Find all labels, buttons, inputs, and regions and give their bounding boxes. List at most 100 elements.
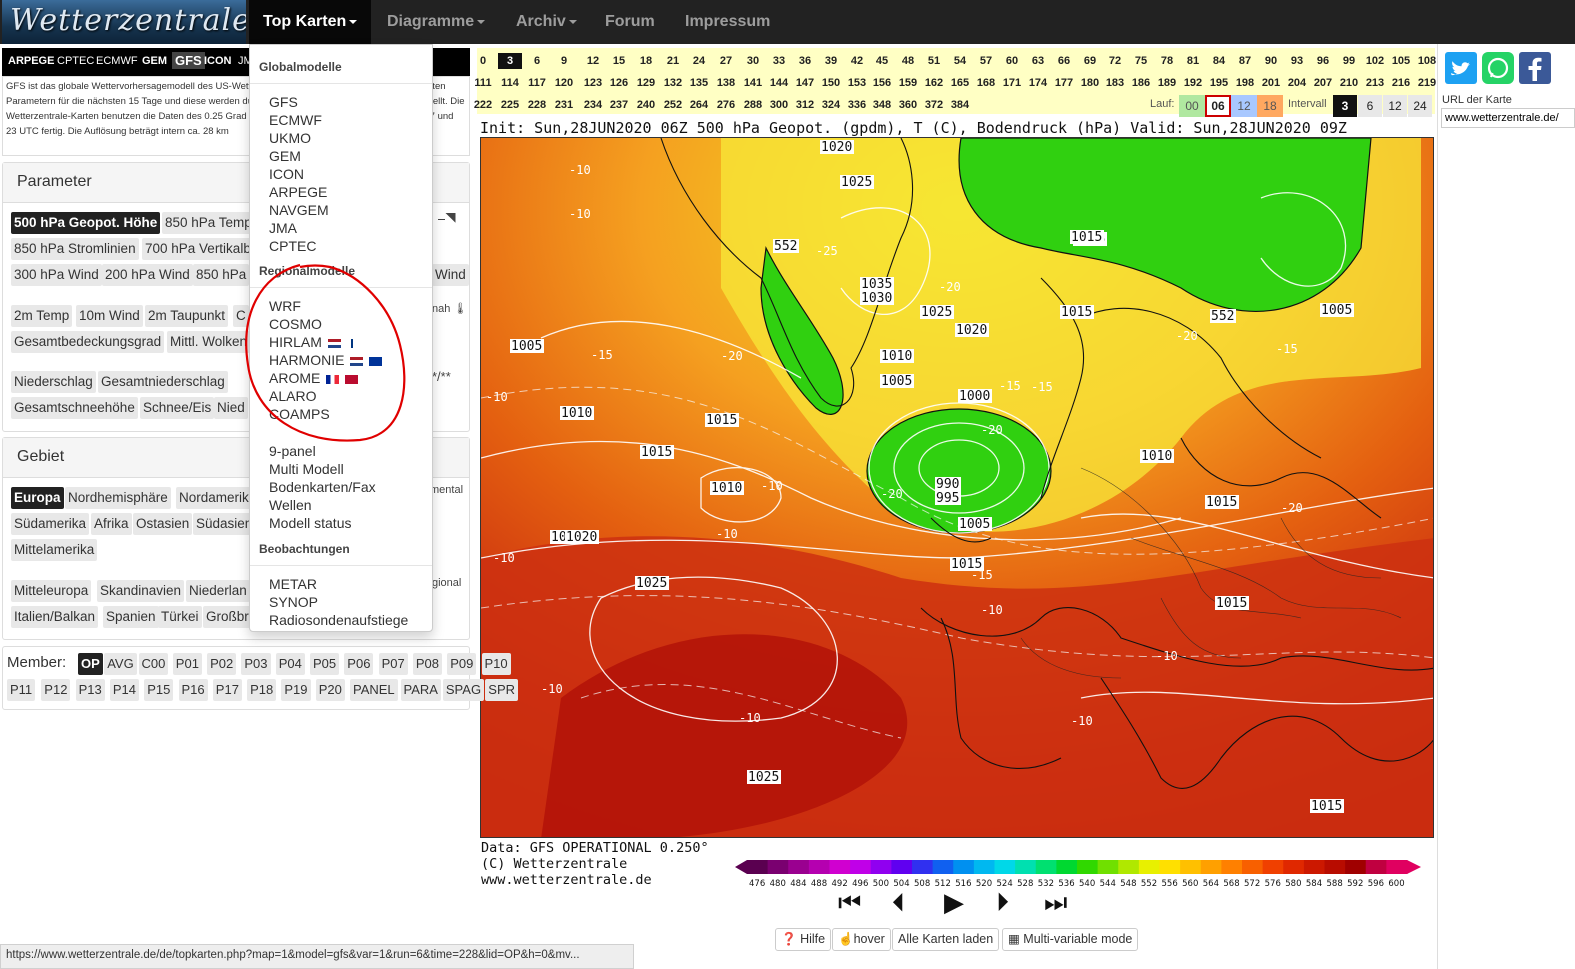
member-para[interactable]: PARA [400, 679, 441, 701]
region-nordamerika[interactable]: Nordamerik [176, 487, 252, 509]
timestep-204[interactable]: 204 [1285, 75, 1309, 91]
run-06[interactable]: 06 [1205, 95, 1231, 117]
nav-archiv[interactable]: Archiv [516, 0, 577, 44]
param-schnee-eis[interactable]: Schnee/Eis [140, 397, 215, 419]
timestep-0[interactable]: 0 [471, 53, 495, 69]
interval-6[interactable]: 6 [1358, 95, 1382, 117]
member-p01[interactable]: P01 [172, 653, 202, 675]
timestep-324[interactable]: 324 [819, 97, 843, 113]
dd-modell-status[interactable]: Modell status [269, 515, 351, 531]
timestep-93[interactable]: 93 [1285, 53, 1309, 69]
timestep-120[interactable]: 120 [552, 75, 576, 91]
timestep-237[interactable]: 237 [607, 97, 631, 113]
dd-synop[interactable]: SYNOP [269, 594, 318, 610]
interval-12[interactable]: 12 [1383, 95, 1407, 117]
timestep-147[interactable]: 147 [793, 75, 817, 91]
twitter-icon[interactable] [1445, 52, 1477, 84]
region-nordhemisphaere[interactable]: Nordhemisphäre [65, 487, 171, 509]
timestep-180[interactable]: 180 [1078, 75, 1102, 91]
timestep-6[interactable]: 6 [525, 53, 549, 69]
member-p12[interactable]: P12 [41, 679, 71, 701]
timestep-84[interactable]: 84 [1207, 53, 1231, 69]
nav-forum[interactable]: Forum [605, 0, 655, 44]
member-p05[interactable]: P05 [310, 653, 340, 675]
run-12[interactable]: 12 [1231, 95, 1257, 117]
timestep-96[interactable]: 96 [1311, 53, 1335, 69]
member-op[interactable]: OP [78, 653, 103, 675]
timestep-252[interactable]: 252 [661, 97, 685, 113]
timestep-372[interactable]: 372 [922, 97, 946, 113]
member-p04[interactable]: P04 [275, 653, 305, 675]
member-spag[interactable]: SPAG [442, 679, 485, 701]
timestep-201[interactable]: 201 [1259, 75, 1283, 91]
timestep-216[interactable]: 216 [1389, 75, 1413, 91]
nav-top-karten[interactable]: Top Karten [249, 0, 372, 44]
timestep-63[interactable]: 63 [1026, 53, 1050, 69]
model-ecmwf[interactable]: ECMWF [96, 55, 138, 67]
timestep-174[interactable]: 174 [1026, 75, 1050, 91]
multi-variable-button[interactable]: ▦ Multi-variable mode [1002, 928, 1139, 951]
nav-diagramme[interactable]: Diagramme [387, 0, 486, 44]
timestep-24[interactable]: 24 [687, 53, 711, 69]
timestep-360[interactable]: 360 [896, 97, 920, 113]
skip-last-icon[interactable]: ⏭ [1044, 887, 1067, 919]
timestep-108[interactable]: 108 [1415, 53, 1439, 69]
load-all-maps-button[interactable]: Alle Karten laden [892, 928, 1000, 951]
timestep-75[interactable]: 75 [1129, 53, 1153, 69]
member-p08[interactable]: P08 [412, 653, 443, 675]
timestep-90[interactable]: 90 [1259, 53, 1283, 69]
timestep-162[interactable]: 162 [922, 75, 946, 91]
dd-radiosonde[interactable]: Radiosondenaufstiege [269, 612, 408, 628]
region-suedamerika[interactable]: Südamerika [11, 513, 90, 535]
timestep-192[interactable]: 192 [1181, 75, 1205, 91]
param-gesamtniederschlag[interactable]: Gesamtniederschlag [98, 371, 228, 393]
member-p16[interactable]: P16 [178, 679, 208, 701]
timestep-87[interactable]: 87 [1233, 53, 1257, 69]
timestep-186[interactable]: 186 [1129, 75, 1153, 91]
region-italien-balkan[interactable]: Italien/Balkan [11, 606, 99, 628]
timestep-69[interactable]: 69 [1078, 53, 1102, 69]
timestep-78[interactable]: 78 [1155, 53, 1179, 69]
member-p14[interactable]: P14 [109, 679, 140, 701]
timestep-3[interactable]: 3 [498, 53, 522, 69]
timestep-129[interactable]: 129 [634, 75, 658, 91]
region-spanien[interactable]: Spanien [103, 606, 159, 628]
timestep-81[interactable]: 81 [1181, 53, 1205, 69]
timestep-27[interactable]: 27 [714, 53, 738, 69]
param-700hpa-vertikal[interactable]: 700 hPa Vertikalb [142, 238, 254, 260]
model-arpege[interactable]: ARPEGE [8, 55, 54, 67]
timestep-42[interactable]: 42 [845, 53, 869, 69]
skip-first-icon[interactable]: ⏮ [838, 887, 861, 919]
play-icon[interactable]: ▶ [944, 887, 964, 918]
timestep-102[interactable]: 102 [1363, 53, 1387, 69]
timestep-198[interactable]: 198 [1233, 75, 1257, 91]
dd-ukmo[interactable]: UKMO [269, 130, 311, 146]
timestep-114[interactable]: 114 [498, 75, 522, 91]
timestep-15[interactable]: 15 [607, 53, 631, 69]
param-850hpa-stromlinien[interactable]: 850 hPa Stromlinien [11, 238, 139, 260]
region-mittelamerika[interactable]: Mittelamerika [11, 539, 98, 561]
timestep-111[interactable]: 111 [471, 75, 495, 91]
timestep-72[interactable]: 72 [1103, 53, 1127, 69]
hover-button[interactable]: ☝hover [832, 928, 891, 951]
region-skandinavien[interactable]: Skandinavien [97, 580, 185, 602]
dd-icon[interactable]: ICON [269, 166, 304, 182]
timestep-57[interactable]: 57 [974, 53, 998, 69]
param-500hpa-geopot[interactable]: 500 hPa Geopot. Höhe [11, 212, 161, 234]
param-gesamtbedeckungsgrad[interactable]: Gesamtbedeckungsgrad [11, 331, 165, 353]
dd-arpege[interactable]: ARPEGE [269, 184, 327, 200]
run-18[interactable]: 18 [1257, 95, 1283, 117]
timestep-153[interactable]: 153 [845, 75, 869, 91]
timestep-225[interactable]: 225 [498, 97, 522, 113]
timestep-99[interactable]: 99 [1337, 53, 1361, 69]
member-panel[interactable]: PANEL [350, 679, 398, 701]
map-url-input[interactable] [1441, 108, 1575, 128]
member-c00[interactable]: C00 [138, 653, 169, 675]
timestep-9[interactable]: 9 [552, 53, 576, 69]
timestep-312[interactable]: 312 [793, 97, 817, 113]
param-850hpa-temp[interactable]: 850 hPa Temp [162, 212, 255, 234]
dd-gem[interactable]: GEM [269, 148, 301, 164]
timestep-384[interactable]: 384 [948, 97, 972, 113]
timestep-207[interactable]: 207 [1311, 75, 1335, 91]
param-gesamtschneehoehe[interactable]: Gesamtschneehöhe [11, 397, 138, 419]
